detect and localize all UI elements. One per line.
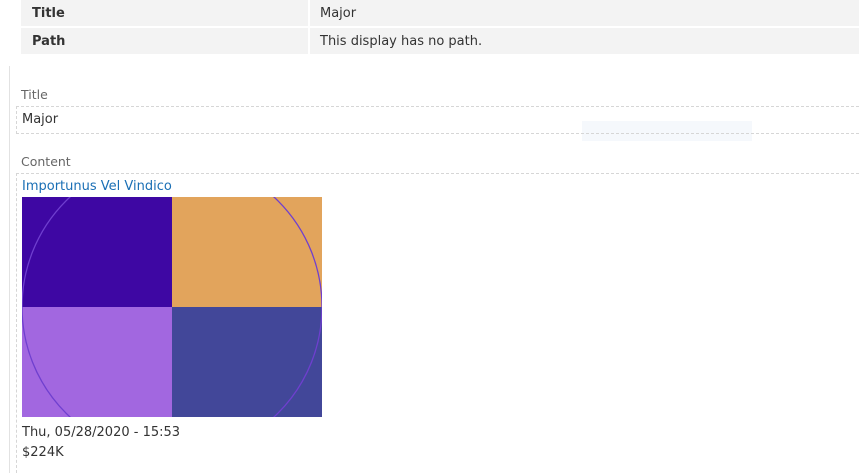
- title-field-value: Major: [22, 112, 59, 127]
- title-field-box: Major: [16, 106, 859, 134]
- row-value-title: Major: [309, 0, 859, 28]
- content-price: $224K: [22, 445, 64, 460]
- image-quadrant-bottom-right: [172, 307, 322, 417]
- content-field-box: Importunus Vel Vindico Thu, 05/28/2020 -…: [16, 173, 859, 473]
- row-key-title: Title: [21, 0, 310, 28]
- title-field-label: Title: [21, 87, 48, 102]
- left-divider: [9, 66, 10, 473]
- row-key-path: Path: [21, 27, 310, 56]
- display-info-table: Title Major Path This display has no pat…: [21, 0, 859, 56]
- image-quadrant-top-right: [172, 197, 322, 307]
- table-row: Path This display has no path.: [21, 27, 859, 56]
- content-date: Thu, 05/28/2020 - 15:53: [22, 425, 181, 440]
- content-image[interactable]: [22, 197, 322, 417]
- row-value-path: This display has no path.: [309, 27, 859, 56]
- table-row: Title Major: [21, 0, 859, 28]
- page: Title Major Path This display has no pat…: [0, 0, 859, 473]
- image-quadrant-bottom-left: [22, 307, 172, 417]
- content-field-label: Content: [21, 154, 71, 169]
- content-title-link[interactable]: Importunus Vel Vindico: [22, 179, 172, 194]
- image-quadrant-top-left: [22, 197, 172, 307]
